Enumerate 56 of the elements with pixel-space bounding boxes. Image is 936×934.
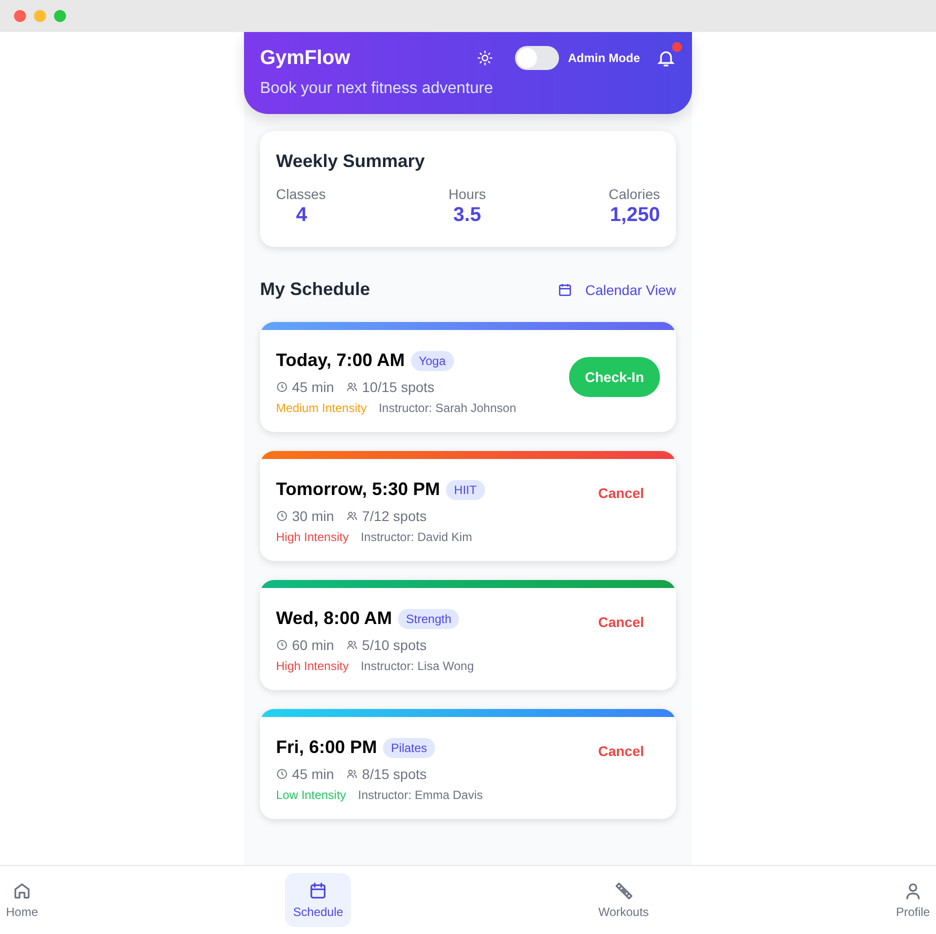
cancel-button[interactable]: Cancel [582,736,660,766]
clock-icon [276,510,288,522]
duration-text: 60 min [292,637,334,653]
intensity-label: Medium Intensity [276,401,367,415]
stat-value: 1,250 [610,204,660,227]
stat-label: Calories [608,186,660,202]
class-type-tag: HIIT [446,480,485,500]
nav-tab[interactable]: Home [6,873,38,927]
nav-tab[interactable]: Workouts [598,873,649,927]
instructor-text: Instructor: Sarah Johnson [378,401,516,415]
intensity-label: High Intensity [276,659,349,673]
duration-text: 45 min [292,379,334,395]
class-time: Tomorrow, 5:30 PM [276,479,440,500]
calendar-view-link[interactable]: Calendar View [557,282,676,298]
home-icon [12,881,32,901]
clock-icon [276,639,288,651]
app-subtitle: Book your next fitness adventure [260,80,494,98]
schedule-title: My Schedule [260,279,372,300]
cancel-button[interactable]: Cancel [582,607,660,637]
stat-value: 3.5 [453,204,482,227]
spots-text: 5/10 spots [362,637,427,653]
stat-label: Hours [448,186,486,202]
people-icon [346,639,358,651]
class-time: Fri, 6:00 PM [276,737,378,758]
intensity-label: Low Intensity [276,788,346,802]
class-type-tag: Yoga [410,350,454,370]
class-type-tag: Strength [398,608,460,628]
spots-text: 7/12 spots [362,508,427,524]
calendar-icon [557,282,574,298]
spots-text: 10/15 spots [362,379,434,395]
clock-icon [276,381,288,393]
cancel-button[interactable]: Cancel [582,478,660,508]
instructor-text: Instructor: David Kim [360,530,472,544]
admin-mode-label: Admin Mode [568,51,640,65]
nav-tab[interactable]: Schedule [285,873,352,927]
instructor-text: Instructor: Lisa Wong [360,659,474,673]
class-type-tag: Pilates [383,738,436,758]
stat-label: Classes [276,186,326,202]
class-time: Today, 7:00 AM [276,350,405,371]
instructor-text: Instructor: Emma Davis [358,788,483,802]
admin-mode-toggle[interactable] [515,46,559,70]
stat-value: 4 [295,204,308,227]
intensity-label: High Intensity [276,530,349,544]
spots-text: 8/15 spots [362,766,427,782]
people-icon [346,381,358,393]
duration-text: 45 min [292,766,334,782]
people-icon [346,510,358,522]
class-time: Wed, 8:00 AM [276,608,392,629]
nav-tab[interactable]: Profile [896,873,930,927]
summary-title: Weekly Summary [276,151,426,172]
calendar-icon [308,881,328,901]
sun-icon[interactable] [477,50,493,66]
people-icon [346,768,358,780]
clock-icon [276,768,288,780]
app-title: GymFlow [260,46,352,70]
duration-text: 30 min [292,508,334,524]
